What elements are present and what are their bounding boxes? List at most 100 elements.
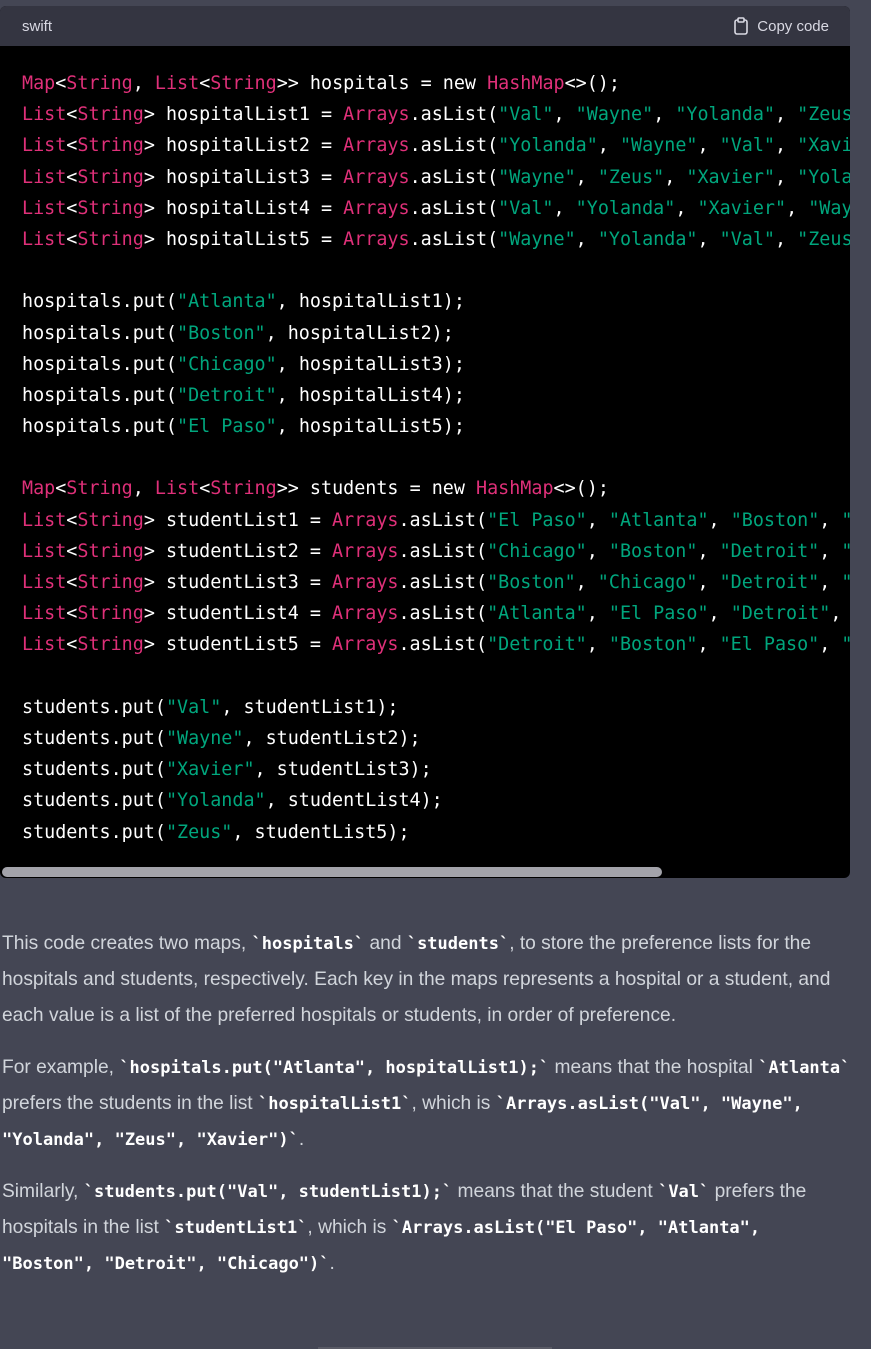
code-keyword: Arrays <box>332 540 399 562</box>
code-string: "Detroit" <box>730 603 831 625</box>
paragraph-text: Similarly, <box>2 1181 84 1202</box>
code-keyword: String <box>77 197 144 219</box>
code-line: students.put("Val", studentList1); <box>22 692 850 723</box>
code-text: , studentList1); <box>221 696 399 718</box>
code-string: "Val" <box>165 696 222 718</box>
code-keyword: String <box>77 540 144 562</box>
copy-code-label: Copy code <box>757 17 829 35</box>
code-string: "Yolanda" <box>165 790 266 812</box>
clipboard-icon <box>733 17 749 35</box>
paragraph-text: , which is <box>307 1217 392 1238</box>
code-string: "Wayne" <box>165 727 244 749</box>
code-line: List<String> studentList1 = Arrays.asLis… <box>22 505 850 536</box>
code-text: .asList( <box>409 228 499 250</box>
code-keyword: String <box>77 509 144 531</box>
code-text: , <box>697 540 720 562</box>
code-text: , <box>819 572 842 593</box>
code-text: , hospitalList4); <box>276 384 465 406</box>
horizontal-scrollbar[interactable] <box>2 867 662 877</box>
code-text: > studentList2 = <box>143 540 333 562</box>
code-text: , hospitalList5); <box>276 416 465 438</box>
code-text: , <box>697 634 720 656</box>
paragraph-text: . <box>329 1253 335 1274</box>
code-text: students.put( <box>22 790 166 812</box>
inline-code: `students.put("Val", studentList1);` <box>83 1182 453 1202</box>
code-line: List<String> hospitalList4 = Arrays.asLi… <box>22 193 850 224</box>
code-text: .asList( <box>398 540 488 562</box>
code-string: "Wayn <box>808 197 850 219</box>
code-line: List<String> studentList4 = Arrays.asLis… <box>22 598 850 629</box>
code-keyword: Arrays <box>343 104 410 126</box>
code-keyword: List <box>22 540 67 562</box>
code-string: "Detroit" <box>719 540 820 562</box>
code-text: , <box>586 509 609 531</box>
code-line: List<String> hospitalList2 = Arrays.asLi… <box>22 130 850 161</box>
code-string: "Detroit" <box>177 384 277 406</box>
code-keyword: Arrays <box>332 634 399 656</box>
code-string: "Detroit" <box>487 634 587 656</box>
code-keyword: String <box>210 73 277 94</box>
code-text: > studentList1 = <box>143 509 333 531</box>
code-text: < <box>55 478 67 500</box>
code-string: "Xavier" <box>165 759 255 781</box>
paragraph-text: means that the student <box>452 1181 659 1202</box>
code-text: .asList( <box>398 603 488 625</box>
code-keyword: Arrays <box>343 135 410 157</box>
paragraph: This code creates two maps, `hospitals` … <box>2 926 857 1034</box>
code-text: .asList( <box>409 197 499 219</box>
code-text: , <box>597 135 620 157</box>
code-string: "Val" <box>498 104 554 126</box>
inline-code: `hospitalList1` <box>257 1094 412 1114</box>
code-keyword: Arrays <box>332 572 399 593</box>
code-keyword: List <box>22 603 67 625</box>
code-block: swift Copy code Map<String, List<String>… <box>0 6 850 878</box>
code-text: > hospitalList5 = <box>143 228 344 250</box>
code-text: , <box>586 540 609 562</box>
code-text: hospitals.put( <box>22 384 178 406</box>
code-text: > studentList3 = <box>143 572 333 593</box>
inline-code: `Val` <box>658 1182 710 1202</box>
code-language-label: swift <box>22 17 52 35</box>
code-keyword: Map <box>22 478 56 500</box>
code-text: < <box>66 572 78 593</box>
code-keyword: Arrays <box>343 228 410 250</box>
code-line: List<String> studentList5 = Arrays.asLis… <box>22 629 850 660</box>
paragraph: For example, `hospitals.put("Atlanta", h… <box>2 1050 857 1158</box>
code-text: >> students = new <box>276 478 477 500</box>
code-line: students.put("Zeus", studentList5); <box>22 817 850 848</box>
code-text: .asList( <box>409 135 499 157</box>
code-keyword: HashMap <box>476 478 554 500</box>
code-text: <>(); <box>564 73 620 94</box>
code-line: Map<String, List<String>> students = new… <box>22 473 850 504</box>
code-string: "Xavie <box>797 135 850 157</box>
code-text: .asList( <box>409 104 499 126</box>
code-string: "Wayne" <box>498 166 576 188</box>
inline-code: `Atlanta` <box>758 1058 851 1078</box>
response-text: This code creates two maps, `hospitals` … <box>2 926 857 1298</box>
code-text: , <box>132 73 155 94</box>
code-text: , <box>774 166 798 188</box>
code-keyword: List <box>22 166 67 188</box>
code-text: > studentList5 = <box>143 634 333 656</box>
code-text: students.put( <box>22 759 166 781</box>
code-text: <>(); <box>553 478 609 500</box>
code-body[interactable]: Map<String, List<String>> hospitals = ne… <box>0 46 850 878</box>
code-keyword: Arrays <box>343 197 410 219</box>
code-string: "Boston" <box>487 572 576 593</box>
copy-code-button[interactable]: Copy code <box>733 17 829 35</box>
code-keyword: List <box>22 634 67 656</box>
code-keyword: List <box>22 104 67 126</box>
code-text: .asList( <box>398 572 488 593</box>
code-keyword: String <box>77 228 144 250</box>
code-keyword: List <box>154 73 200 94</box>
code-string: "Chicago" <box>597 572 698 593</box>
code-text: , <box>819 634 842 656</box>
code-string: "Yolanda" <box>575 197 676 219</box>
paragraph-text: . <box>298 1129 305 1150</box>
code-line: students.put("Wayne", studentList2); <box>22 723 850 754</box>
code-text: < <box>66 228 78 250</box>
code-string: "Atlanta" <box>608 509 709 531</box>
code-text: , <box>664 166 687 188</box>
inline-code: `hospitals` <box>251 934 365 954</box>
code-keyword: List <box>22 197 67 219</box>
